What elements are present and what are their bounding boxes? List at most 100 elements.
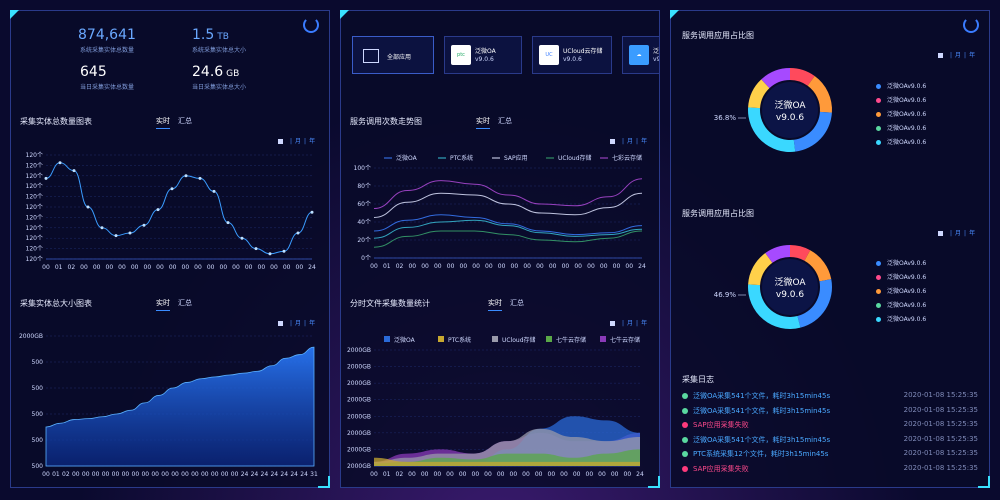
legend-dot	[876, 140, 881, 145]
x-tick-label: 00	[118, 264, 126, 271]
x-tick-label: 24	[636, 471, 644, 478]
x-tick-label: 00	[258, 264, 266, 271]
x-tick-label: 00	[446, 471, 454, 478]
x-tick-label: 00	[522, 471, 530, 478]
legend-swatch	[600, 336, 606, 342]
calendar-icon[interactable]	[610, 321, 615, 326]
period-selector-4[interactable]: | 月 | 年	[610, 318, 647, 327]
x-tick-label: 00	[93, 264, 101, 271]
tab-realtime-4[interactable]: 实时	[488, 298, 502, 311]
x-tick-label: 24	[308, 264, 316, 271]
period-selector-5[interactable]: | 月 | 年	[938, 50, 975, 59]
chart-service-calls-title: 服务调用次数走势图	[350, 117, 422, 126]
ptc-logo-icon: ptc	[451, 45, 471, 65]
calendar-icon[interactable]	[938, 53, 943, 58]
x-tick-label: 02	[396, 263, 404, 270]
x-tick-label: 00	[283, 264, 291, 271]
log-message: SAP应用采集失败	[693, 421, 749, 429]
tab-realtime-2[interactable]: 实时	[156, 298, 170, 311]
y-tick-label: 120个	[26, 194, 43, 201]
calendar-icon[interactable]	[278, 139, 283, 144]
kpi-total-count: 874,641	[78, 27, 136, 43]
log-row[interactable]: 泛微OA采集541个文件，耗时3h15min45s 2020-01-08 15:2…	[682, 406, 978, 416]
status-dot	[682, 436, 688, 443]
period-selector-3[interactable]: | 月 | 年	[610, 136, 647, 145]
x-tick-label: 00	[535, 471, 543, 478]
y-tick-label: 500	[32, 437, 44, 444]
period-selector[interactable]: | 月 | 年	[278, 136, 315, 145]
app-button-all[interactable]: 全部应用	[352, 36, 434, 74]
y-tick-label: 120个	[26, 235, 43, 242]
app-button-partial[interactable]: ☁ 泛 v9	[622, 36, 660, 74]
legend-dot	[876, 84, 881, 89]
legend-label: 泛微OAv9.0.6	[887, 316, 927, 323]
tab-summary-2[interactable]: 汇总	[178, 298, 192, 308]
legend-item: 泛微OAv9.0.6	[876, 300, 926, 309]
legend-dot	[876, 261, 881, 266]
tab-summary[interactable]: 汇总	[178, 116, 192, 126]
series-area	[45, 346, 315, 467]
tab-summary-4[interactable]: 汇总	[510, 298, 524, 308]
log-row[interactable]: 泛微OA采集541个文件，耗时3h15min45s 2020-01-08 15:2…	[682, 435, 978, 445]
legend-dot	[876, 112, 881, 117]
calendar-icon[interactable]	[278, 321, 283, 326]
chart-total-count-title: 采集实体总数量图表	[20, 117, 92, 126]
app-version: v9.0.6	[563, 56, 582, 63]
x-tick-label: 00	[549, 263, 557, 270]
x-tick-label: 00	[613, 263, 621, 270]
x-tick-label: 00	[472, 471, 480, 478]
period-selector-6[interactable]: | 月 | 年	[938, 228, 975, 237]
x-tick-label: 00	[211, 471, 219, 478]
log-row[interactable]: SAP应用采集失败 2020-01-08 15:25:35	[682, 420, 978, 430]
y-tick-label: 500	[32, 385, 44, 392]
series-line	[373, 192, 643, 218]
legend-dot	[876, 317, 881, 322]
refresh-icon[interactable]	[963, 17, 979, 33]
log-message: 泛微OA采集541个文件，耗时3h15min45s	[693, 435, 831, 444]
log-row[interactable]: 泛微OA采集541个文件，耗时3h15min45s 2020-01-08 15:2…	[682, 391, 978, 401]
calendar-icon[interactable]	[610, 139, 615, 144]
log-time: 2020-01-08 15:25:35	[903, 420, 978, 428]
tab-summary-3[interactable]: 汇总	[498, 116, 512, 126]
tab-realtime[interactable]: 实时	[156, 116, 170, 129]
data-point	[254, 247, 258, 251]
callout-label: 36.8%	[714, 114, 737, 122]
log-row[interactable]: PTC系统采集12个文件，耗时3h15min45s 2020-01-08 15:2…	[682, 449, 978, 459]
x-tick-label: 00	[171, 471, 179, 478]
period-selector-2[interactable]: | 月 | 年	[278, 318, 315, 327]
all-apps-icon	[363, 49, 379, 63]
app-button-ucloud[interactable]: UC UCloud云存储 v9.0.6	[532, 36, 612, 74]
legend-label: 泛微OAv9.0.6	[887, 260, 927, 267]
status-dot	[682, 393, 688, 399]
x-tick-label: 00	[498, 263, 506, 270]
y-tick-label: 120个	[26, 204, 43, 211]
x-tick-label: 00	[370, 263, 378, 270]
data-point	[44, 176, 48, 180]
refresh-icon[interactable]	[303, 17, 319, 33]
chart-total-size: 2000GB50050050050050000 01 02 00 00 00 00 00 00 0…	[19, 333, 318, 478]
x-tick-label: 00	[42, 471, 50, 478]
x-tick-label: 00	[560, 471, 568, 478]
tab-realtime-3[interactable]: 实时	[476, 116, 490, 129]
y-tick-label: 120个	[26, 183, 43, 190]
x-tick-label: 00	[459, 471, 467, 478]
legend-label: UCloud存储	[558, 154, 592, 162]
x-tick-label: 00	[122, 471, 130, 478]
app-button-fanwei[interactable]: ptc 泛微OA v9.0.6	[444, 36, 522, 74]
app-version: v9	[653, 56, 660, 63]
log-message: 泛微OA采集541个文件，耗时3h15min45s	[693, 392, 831, 400]
log-row[interactable]: SAP应用采集失败 2020-01-08 15:25:35	[682, 464, 978, 474]
data-point	[114, 234, 118, 238]
x-tick-label: 24	[300, 471, 308, 478]
legend-dot	[876, 126, 881, 131]
callout-label: 46.9%	[714, 291, 737, 299]
x-tick-label: 00	[194, 264, 202, 271]
kpi-today-size: 24.6 GB	[192, 64, 240, 80]
x-tick-label: 24	[270, 471, 278, 478]
y-tick-label: 2000GB	[347, 380, 371, 387]
y-tick-label: 500	[32, 359, 44, 366]
data-point	[296, 231, 300, 235]
legend-item: 泛微OAv9.0.6	[876, 137, 926, 146]
donut-center-version: v9.0.6	[776, 113, 805, 123]
calendar-icon[interactable]	[938, 231, 943, 236]
